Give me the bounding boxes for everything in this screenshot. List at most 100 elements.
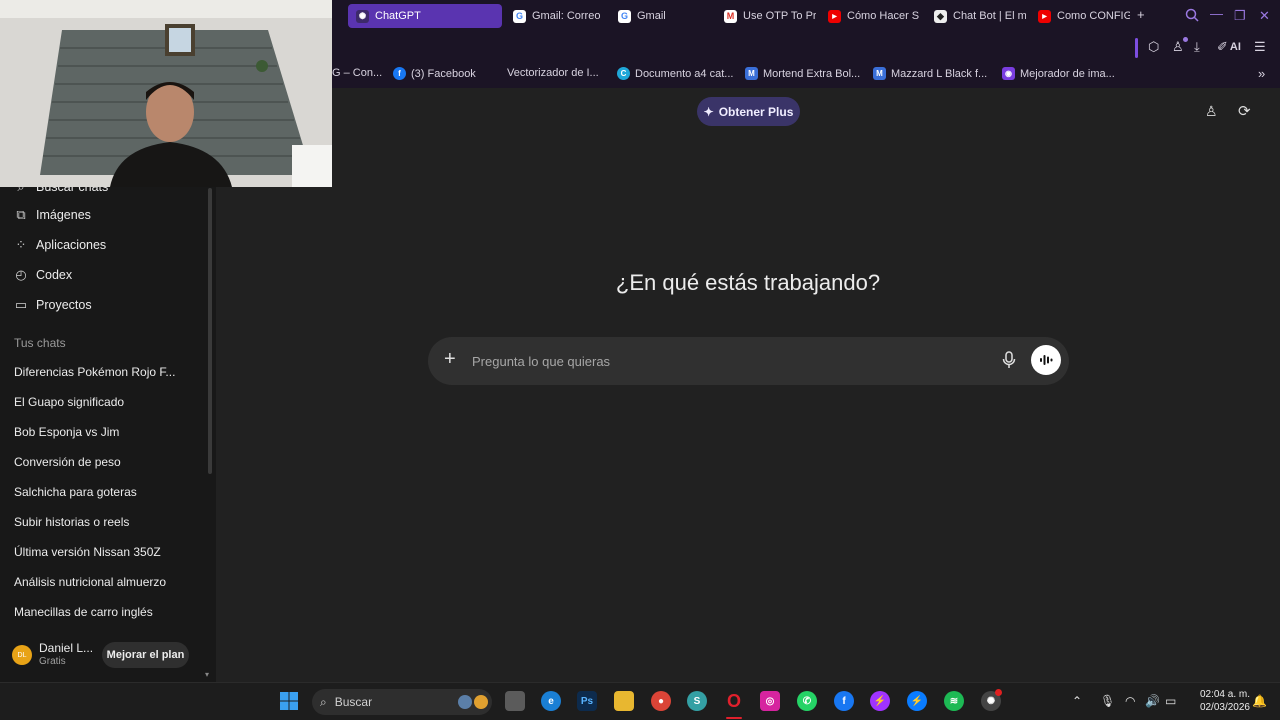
bookmark-mortend[interactable]: M Mortend Extra Bol...: [745, 67, 860, 80]
facebook-icon[interactable]: f: [834, 691, 854, 711]
tab-gmail-correo[interactable]: G Gmail: Correo: [505, 4, 605, 28]
bookmark-label: Documento a4 cat...: [635, 67, 734, 80]
taskbar: ⌕ Buscar e Ps ● S O ◎ ✆ f ⚡ ⚡ ≋ ✺ ⌃ 🎙 ◠ …: [0, 682, 1280, 720]
add-attachment-icon[interactable]: +: [444, 348, 456, 371]
minimize-icon[interactable]: —: [1210, 6, 1223, 21]
chat-item[interactable]: El Guapo significado: [14, 395, 124, 409]
images-icon: ⧉: [16, 207, 26, 222]
google-icon: G: [513, 9, 526, 23]
opera-icon[interactable]: O: [724, 691, 744, 711]
account-icon[interactable]: ♙: [1172, 39, 1184, 55]
get-plus-label: Obtener Plus: [718, 104, 794, 119]
chat-item[interactable]: Diferencias Pokémon Rojo F...: [14, 365, 175, 379]
volume-icon[interactable]: 🔊: [1145, 694, 1160, 708]
bookmark-mejorador[interactable]: ◉ Mejorador de ima...: [1002, 67, 1115, 80]
messenger-alt-icon[interactable]: ⚡: [907, 691, 927, 711]
scroll-down-icon[interactable]: ▾: [205, 670, 209, 679]
wifi-icon[interactable]: ◠: [1125, 694, 1135, 708]
extensions-icon[interactable]: ⬡: [1148, 39, 1159, 55]
bookmark-vectorizador[interactable]: Vectorizador de I...: [507, 67, 599, 79]
tab-chatgpt[interactable]: ✺ ChatGPT: [348, 4, 502, 28]
notifications-icon[interactable]: 🔔: [1252, 694, 1267, 708]
tab-label: Cómo Hacer S: [847, 10, 920, 22]
restore-icon[interactable]: ❐: [1234, 8, 1246, 24]
taskbar-search-label: Buscar: [334, 695, 373, 709]
notification-dot: [1183, 37, 1188, 42]
chat-item[interactable]: Subir historias o reels: [14, 515, 129, 529]
sidebar-item-codex[interactable]: ◴ Codex: [14, 267, 72, 283]
toolbar-accent: [1135, 38, 1138, 58]
spotify-icon[interactable]: ≋: [944, 691, 964, 711]
chat-item[interactable]: Conversión de peso: [14, 455, 121, 469]
ai-button[interactable]: ✐ AI: [1217, 39, 1241, 55]
chatgpt-icon: ✺: [356, 9, 369, 23]
upgrade-plan-button[interactable]: Mejorar el plan: [102, 642, 189, 668]
photoshop-icon[interactable]: Ps: [577, 691, 597, 711]
new-tab-button[interactable]: +: [1137, 7, 1145, 22]
search-tabs-icon[interactable]: [1185, 8, 1199, 25]
user-plan: Gratis: [39, 656, 66, 667]
tab-gmail[interactable]: G Gmail: [610, 4, 710, 28]
clock-date: 02/03/2026: [1199, 702, 1250, 713]
battery-icon[interactable]: ▭: [1165, 694, 1176, 708]
tab-chat-bot[interactable]: ◆ Chat Bot | El m: [926, 4, 1026, 28]
sparkle-icon: ✦: [703, 104, 714, 119]
magic-wand-icon: ✐: [1217, 39, 1228, 54]
bookmark-mazzard[interactable]: M Mazzard L Black f...: [873, 67, 987, 80]
youtube-icon: ▶: [828, 9, 841, 23]
microphone-icon[interactable]: [1002, 351, 1016, 374]
chat-item[interactable]: Manecillas de carro inglés: [14, 605, 153, 619]
sidebar-item-images[interactable]: ⧉ Imágenes: [14, 207, 91, 223]
chat-item[interactable]: Análisis nutricional almuerzo: [14, 575, 166, 589]
windows-start-icon[interactable]: [279, 691, 299, 711]
tab-como-configurar[interactable]: ▶ Como CONFIGU: [1030, 4, 1130, 28]
task-view-icon[interactable]: [505, 691, 525, 711]
sidebar-item-apps[interactable]: ⁘ Aplicaciones: [14, 237, 107, 253]
avatar[interactable]: DL: [12, 645, 32, 665]
bookmark-label: (3) Facebook: [411, 67, 476, 80]
add-person-icon[interactable]: ♙: [1205, 103, 1218, 120]
download-icon[interactable]: ⤓: [1194, 39, 1200, 55]
taskbar-search[interactable]: ⌕ Buscar: [312, 689, 492, 715]
file-explorer-icon[interactable]: [614, 691, 634, 711]
codex-icon: ◴: [15, 267, 27, 282]
facebook-icon: f: [393, 67, 406, 80]
user-name[interactable]: Daniel L...: [39, 641, 93, 655]
s-app-icon[interactable]: S: [687, 691, 707, 711]
notification-badge: [995, 689, 1002, 696]
edge-icon[interactable]: e: [541, 691, 561, 711]
close-icon[interactable]: ✕: [1259, 8, 1270, 24]
bookmark-facebook[interactable]: f (3) Facebook: [393, 67, 476, 80]
instagram-icon[interactable]: ◎: [760, 691, 780, 711]
google-icon: G: [618, 9, 631, 23]
chats-section-title: Tus chats: [14, 336, 66, 350]
tab-otp[interactable]: M Use OTP To Pr: [716, 4, 816, 28]
search-highlight-icon: [458, 695, 488, 709]
voice-mode-button[interactable]: [1031, 345, 1061, 375]
bookmark-documento[interactable]: C Documento a4 cat...: [617, 67, 733, 80]
prompt-input[interactable]: [472, 351, 992, 371]
chat-item[interactable]: Salchicha para goteras: [14, 485, 137, 499]
canva-icon: C: [617, 67, 630, 80]
more-bookmarks-icon[interactable]: »: [1258, 66, 1265, 81]
tab-label: Gmail: Correo: [532, 10, 601, 22]
microphone-tray-icon[interactable]: 🎙: [1100, 694, 1115, 708]
system-clock[interactable]: 02:04 a. m. 02/03/2026: [1186, 688, 1250, 714]
gmail-icon: M: [724, 9, 737, 23]
bookmark-con[interactable]: G – Con...: [332, 67, 382, 79]
chrome-icon[interactable]: ●: [651, 691, 671, 711]
menu-icon[interactable]: ☰: [1254, 39, 1266, 55]
chat-item[interactable]: Última versión Nissan 350Z: [14, 545, 161, 559]
chat-item[interactable]: Bob Esponja vs Jim: [14, 425, 119, 439]
sidebar-scrollbar[interactable]: [208, 188, 212, 474]
messenger-icon[interactable]: ⚡: [870, 691, 890, 711]
chatbot-icon: ◆: [934, 9, 947, 23]
font-icon: M: [873, 67, 886, 80]
sidebar-item-projects[interactable]: ▭ Proyectos: [14, 297, 92, 313]
get-plus-button[interactable]: ✦ Obtener Plus: [697, 97, 800, 126]
show-hidden-icons[interactable]: ⌃: [1072, 694, 1082, 708]
temporary-chat-icon[interactable]: ⟳: [1238, 102, 1251, 120]
whatsapp-icon[interactable]: ✆: [797, 691, 817, 711]
tab-como-hacer[interactable]: ▶ Cómo Hacer S: [820, 4, 920, 28]
tab-label: Gmail: [637, 10, 666, 22]
